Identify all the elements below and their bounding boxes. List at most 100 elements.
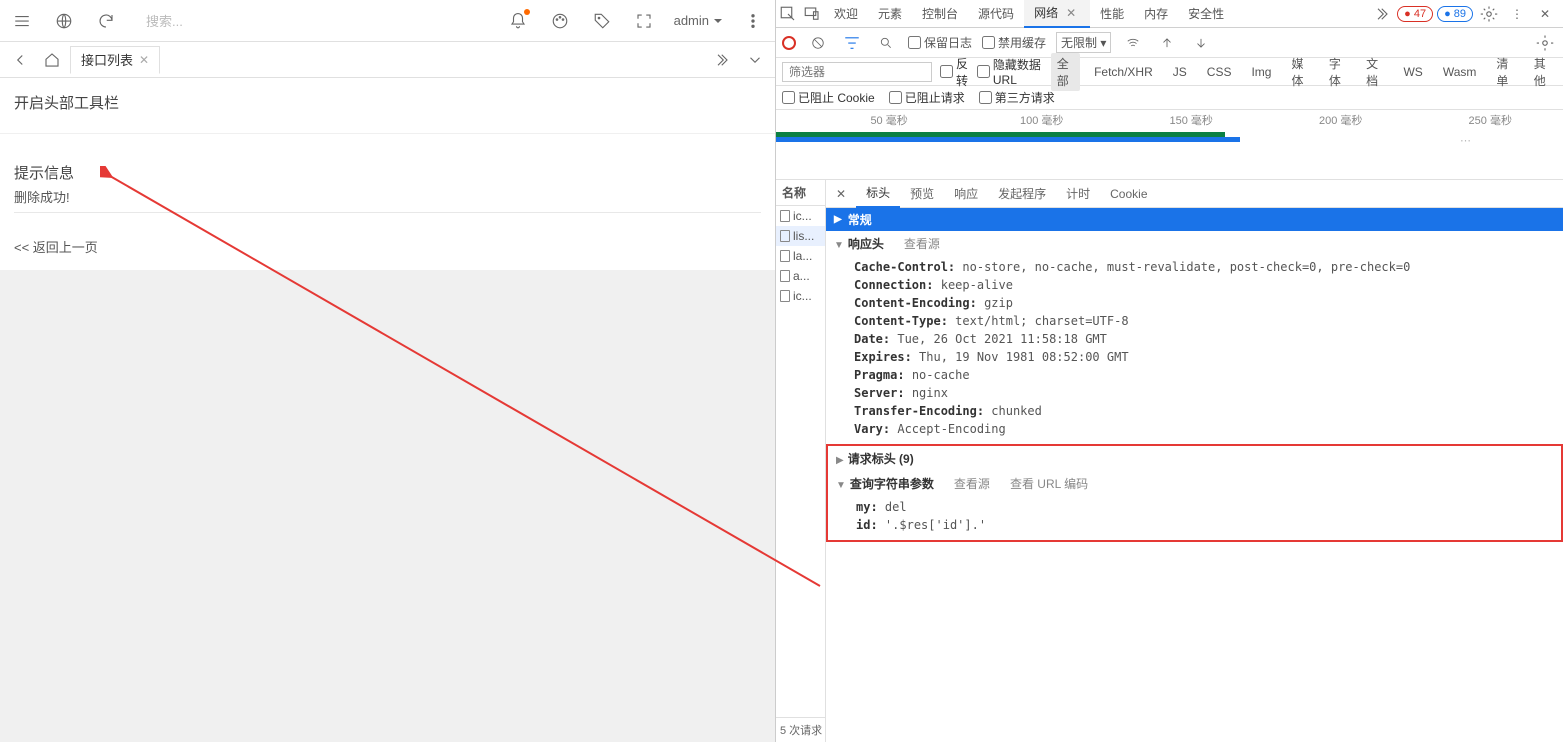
- hide-data-url-checkbox[interactable]: 隐藏数据 URL: [977, 56, 1043, 87]
- general-section[interactable]: ▶常规: [826, 208, 1563, 231]
- inspect-icon[interactable]: [776, 2, 800, 26]
- dtab-timing[interactable]: 计时: [1056, 180, 1100, 208]
- type-doc[interactable]: 文档: [1360, 53, 1389, 91]
- error-badge[interactable]: ● 47: [1397, 6, 1433, 22]
- preserve-log-checkbox[interactable]: 保留日志: [908, 34, 972, 51]
- dt-tab-security[interactable]: 安全性: [1178, 0, 1234, 28]
- request-item[interactable]: la...: [776, 246, 825, 266]
- type-other[interactable]: 其他: [1528, 53, 1557, 91]
- detail-tabs: ✕ 标头 预览 响应 发起程序 计时 Cookie: [826, 180, 1563, 208]
- type-font[interactable]: 字体: [1323, 53, 1352, 91]
- tick-250: 250 毫秒: [1469, 112, 1512, 128]
- dots-icon[interactable]: ⋮: [1505, 2, 1529, 26]
- content-area: 开启头部工具栏 提示信息 删除成功! << 返回上一页: [0, 78, 775, 742]
- detail-close-icon[interactable]: ✕: [826, 187, 856, 201]
- dtab-response[interactable]: 响应: [944, 180, 988, 208]
- info-badge[interactable]: ● 89: [1437, 6, 1473, 22]
- request-item[interactable]: a...: [776, 266, 825, 286]
- tick-150: 150 毫秒: [1170, 112, 1213, 128]
- request-headers-section[interactable]: ▶请求标头 (9): [828, 446, 1561, 471]
- dt-tab-memory[interactable]: 内存: [1134, 0, 1178, 28]
- devtools-tab-bar: 欢迎 元素 控制台 源代码 网络✕ 性能 内存 安全性 ● 47 ● 89 ⋮ …: [776, 0, 1563, 28]
- menu-icon[interactable]: [10, 9, 34, 33]
- back-link[interactable]: << 返回上一页: [14, 237, 98, 256]
- nav-back-icon[interactable]: [8, 48, 32, 72]
- app-left-pane: 搜索... admin 接口列表 ✕ 开启头部工具栏 提示信息 删除成功!: [0, 0, 775, 742]
- view-source-link2[interactable]: 查看源: [954, 475, 990, 492]
- filter-input[interactable]: [782, 62, 932, 82]
- palette-icon[interactable]: [548, 9, 572, 33]
- type-css[interactable]: CSS: [1201, 63, 1238, 81]
- dtab-cookie[interactable]: Cookie: [1100, 180, 1157, 208]
- dt-tab-network[interactable]: 网络✕: [1024, 0, 1090, 28]
- throttle-select[interactable]: 无限制 ▾: [1056, 32, 1111, 53]
- param-row: my: del: [856, 498, 1561, 516]
- type-img[interactable]: Img: [1245, 63, 1277, 81]
- dt-tab-sources[interactable]: 源代码: [968, 0, 1024, 28]
- search-icon[interactable]: [874, 31, 898, 55]
- third-party-checkbox[interactable]: 第三方请求: [979, 89, 1055, 106]
- type-manifest[interactable]: 清单: [1490, 53, 1519, 91]
- tabs-more-icon[interactable]: [709, 48, 733, 72]
- fullscreen-icon[interactable]: [632, 9, 656, 33]
- close-devtools-icon[interactable]: ✕: [1533, 2, 1557, 26]
- net-settings-icon[interactable]: [1533, 31, 1557, 55]
- dt-tab-console[interactable]: 控制台: [912, 0, 968, 28]
- request-item[interactable]: lis...: [776, 226, 825, 246]
- request-item[interactable]: ic...: [776, 206, 825, 226]
- header-row: Connection: keep-alive: [854, 276, 1563, 294]
- disable-cache-checkbox[interactable]: 禁用缓存: [982, 34, 1046, 51]
- type-js[interactable]: JS: [1167, 63, 1193, 81]
- search-input[interactable]: 搜索...: [136, 11, 308, 30]
- param-row: id: '.$res['id'].': [856, 516, 1561, 534]
- tabs-dropdown-icon[interactable]: [743, 48, 767, 72]
- file-icon: [780, 290, 790, 302]
- annotation-box: ▶请求标头 (9) ▼查询字符串参数 查看源 查看 URL 编码 my: del…: [826, 444, 1563, 542]
- more-icon[interactable]: [741, 9, 765, 33]
- more-tabs-icon[interactable]: [1369, 2, 1393, 26]
- wifi-icon[interactable]: [1121, 31, 1145, 55]
- download-icon[interactable]: [1189, 31, 1213, 55]
- clear-icon[interactable]: [806, 31, 830, 55]
- type-wasm[interactable]: Wasm: [1437, 63, 1483, 81]
- blocked-request-checkbox[interactable]: 已阻止请求: [889, 89, 965, 106]
- dtab-initiator[interactable]: 发起程序: [988, 180, 1056, 208]
- type-media[interactable]: 媒体: [1285, 53, 1314, 91]
- dt-tab-close-icon[interactable]: ✕: [1062, 6, 1080, 20]
- toolbar-title: 开启头部工具栏: [14, 92, 761, 113]
- type-ws[interactable]: WS: [1397, 63, 1428, 81]
- tab-label: 接口列表: [81, 50, 133, 69]
- upload-icon[interactable]: [1155, 31, 1179, 55]
- request-item[interactable]: ic...: [776, 286, 825, 306]
- bell-icon[interactable]: [506, 9, 530, 33]
- query-string-section[interactable]: ▼查询字符串参数 查看源 查看 URL 编码: [828, 471, 1561, 496]
- tab-api-list[interactable]: 接口列表 ✕: [70, 46, 160, 74]
- dtab-headers[interactable]: 标头: [856, 180, 900, 208]
- dt-tab-performance[interactable]: 性能: [1090, 0, 1134, 28]
- home-icon[interactable]: [40, 48, 64, 72]
- view-url-encoded-link[interactable]: 查看 URL 编码: [1010, 475, 1088, 492]
- user-menu[interactable]: admin: [674, 13, 723, 28]
- record-button[interactable]: [782, 36, 796, 50]
- file-icon: [780, 210, 790, 222]
- header-row: Cache-Control: no-store, no-cache, must-…: [854, 258, 1563, 276]
- info-message: 删除成功!: [14, 187, 761, 206]
- file-icon: [780, 270, 790, 282]
- timeline[interactable]: 50 毫秒 100 毫秒 150 毫秒 200 毫秒 250 毫秒 ⋯: [776, 110, 1563, 180]
- device-icon[interactable]: [800, 2, 824, 26]
- view-source-link[interactable]: 查看源: [904, 235, 940, 252]
- tab-close-icon[interactable]: ✕: [139, 53, 149, 67]
- dt-tab-welcome[interactable]: 欢迎: [824, 0, 868, 28]
- tag-icon[interactable]: [590, 9, 614, 33]
- invert-checkbox[interactable]: 反转: [940, 55, 969, 89]
- type-fetch[interactable]: Fetch/XHR: [1088, 63, 1159, 81]
- settings-icon[interactable]: [1477, 2, 1501, 26]
- dtab-preview[interactable]: 预览: [900, 180, 944, 208]
- type-all[interactable]: 全部: [1051, 53, 1080, 91]
- dt-tab-elements[interactable]: 元素: [868, 0, 912, 28]
- filter-icon[interactable]: [840, 31, 864, 55]
- globe-icon[interactable]: [52, 9, 76, 33]
- refresh-icon[interactable]: [94, 9, 118, 33]
- blocked-cookie-checkbox[interactable]: 已阻止 Cookie: [782, 89, 875, 106]
- response-headers-section[interactable]: ▼响应头 查看源: [826, 231, 1563, 256]
